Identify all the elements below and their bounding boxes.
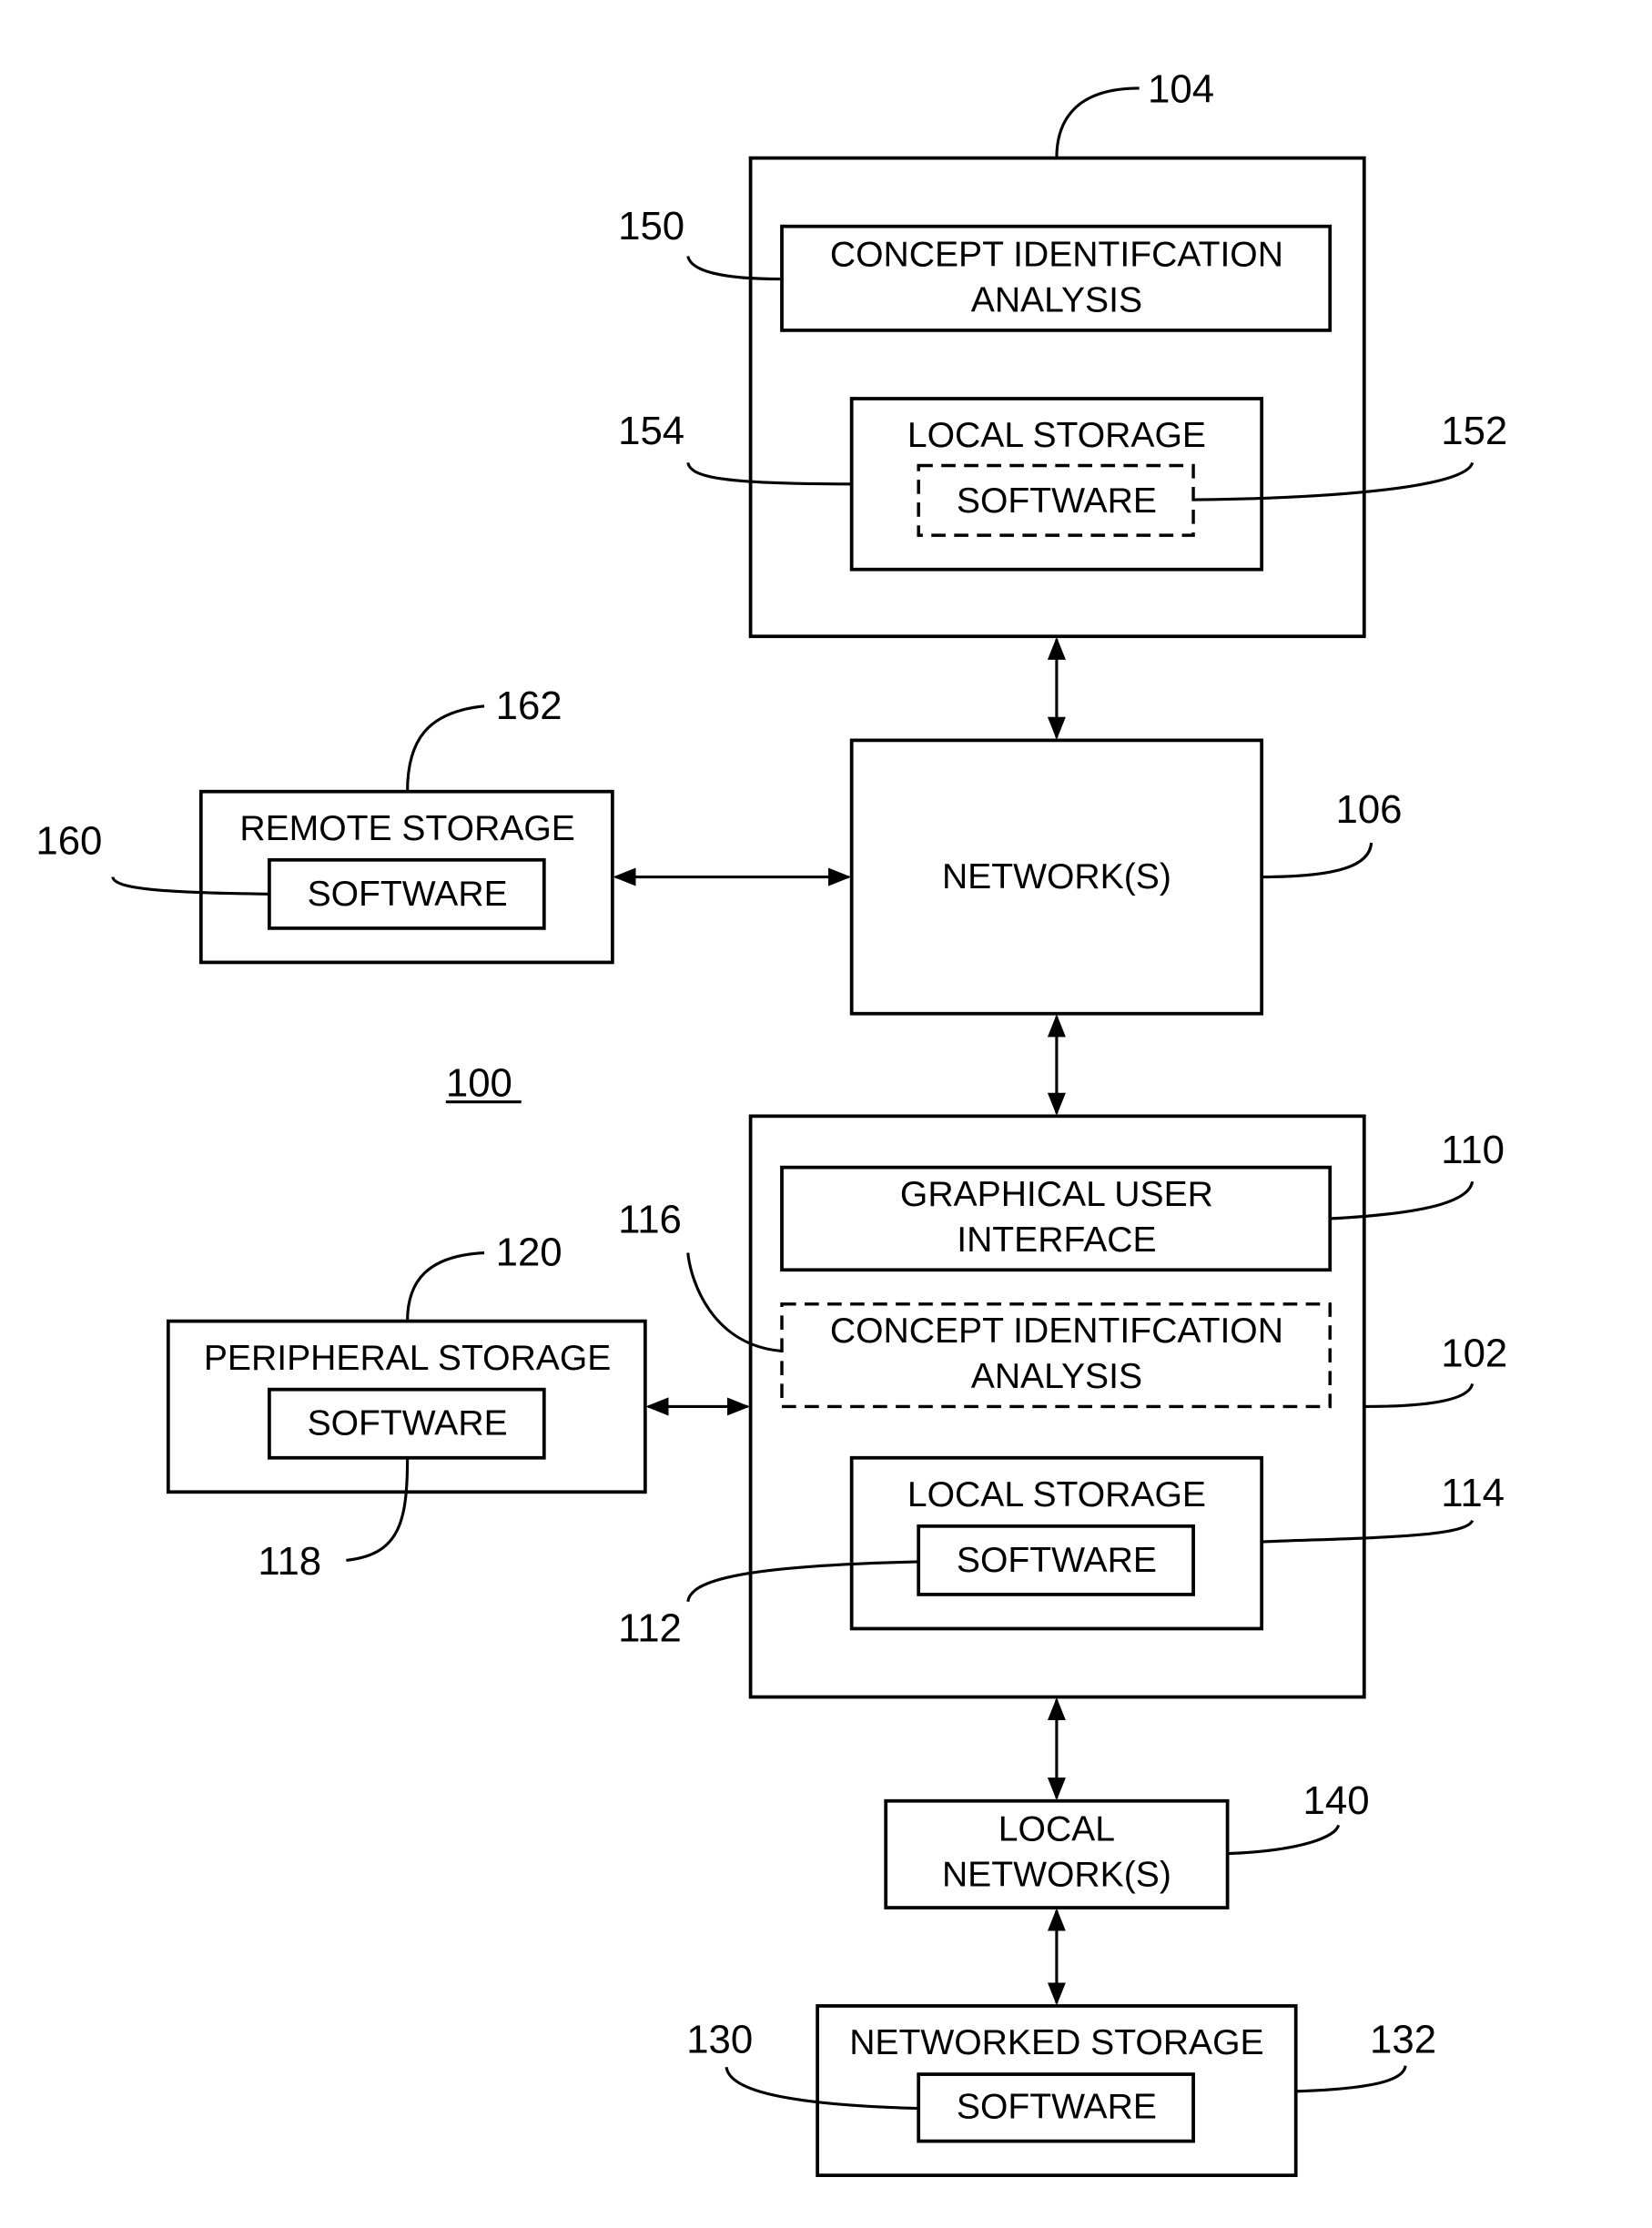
remote-storage-label: REMOTE STORAGE (239, 809, 575, 848)
ref-150: 150 (618, 204, 684, 248)
ref-110: 110 (1441, 1128, 1505, 1172)
networked-software-label: SOFTWARE (957, 2088, 1157, 2127)
local-network-line2: NETWORK(S) (942, 1856, 1171, 1895)
concept-analysis-line1: CONCEPT IDENTIFCATION (830, 1311, 1283, 1351)
server-104: 104 CONCEPT IDENTIFCATION ANALYSIS 150 L… (618, 67, 1507, 639)
ref-120: 120 (496, 1230, 562, 1275)
ref-118: 118 (258, 1539, 321, 1584)
ref-116: 116 (618, 1198, 682, 1242)
networked-storage-label: NETWORKED STORAGE (849, 2023, 1263, 2062)
peripheral-storage-label: PERIPHERAL STORAGE (204, 1339, 612, 1378)
ref-160: 160 (35, 819, 102, 864)
ref-102: 102 (1441, 1332, 1507, 1376)
peripheral-storage: PERIPHERAL STORAGE SOFTWARE 120 118 (166, 1230, 647, 1584)
leader-106 (1262, 842, 1373, 879)
concept-analysis-line2: ANALYSIS (971, 1357, 1142, 1396)
network-label: NETWORK(S) (942, 857, 1171, 896)
ref-130: 130 (686, 2018, 753, 2062)
remote-software-label: SOFTWARE (308, 875, 508, 914)
leader-162 (406, 704, 485, 792)
figure-ref-100: 100 (446, 1060, 512, 1105)
ref-106: 106 (1335, 787, 1402, 832)
local-network-140: LOCAL NETWORK(S) 140 (884, 1778, 1370, 1909)
network-106: NETWORK(S) 106 (849, 738, 1403, 1016)
ref-162: 162 (496, 684, 562, 728)
networked-storage: NETWORKED STORAGE SOFTWARE 132 130 (686, 2004, 1436, 2178)
software-label: SOFTWARE (957, 1541, 1157, 1580)
ref-132: 132 (1370, 2018, 1436, 2062)
local-network-line1: LOCAL (998, 1810, 1115, 1849)
local-storage-label: LOCAL STORAGE (907, 1475, 1206, 1514)
leader-140 (1227, 1824, 1341, 1856)
local-storage-label: LOCAL STORAGE (907, 416, 1206, 455)
ref-104: 104 (1148, 67, 1214, 112)
system-diagram: 104 CONCEPT IDENTIFCATION ANALYSIS 150 L… (35, 67, 1507, 2178)
concept-analysis-line1: CONCEPT IDENTIFCATION (830, 236, 1283, 275)
software-label: SOFTWARE (957, 481, 1157, 521)
gui-line2: INTERFACE (957, 1220, 1156, 1260)
peripheral-software-label: SOFTWARE (308, 1404, 508, 1443)
gui-line1: GRAPHICAL USER (900, 1175, 1213, 1214)
ref-154: 154 (618, 409, 684, 453)
concept-analysis-line2: ANALYSIS (971, 281, 1142, 320)
client-102: 102 GRAPHICAL USER INTERFACE 110 CONCEPT… (618, 1114, 1507, 1699)
ref-152: 152 (1441, 409, 1507, 453)
ref-114: 114 (1441, 1471, 1505, 1515)
leader-132 (1295, 2065, 1407, 2093)
ref-112: 112 (618, 1606, 682, 1651)
leader-104 (1055, 86, 1140, 158)
remote-storage: REMOTE STORAGE SOFTWARE 162 160 (35, 684, 614, 965)
leader-102 (1363, 1382, 1475, 1409)
leader-120 (406, 1251, 485, 1322)
ref-140: 140 (1303, 1778, 1370, 1823)
